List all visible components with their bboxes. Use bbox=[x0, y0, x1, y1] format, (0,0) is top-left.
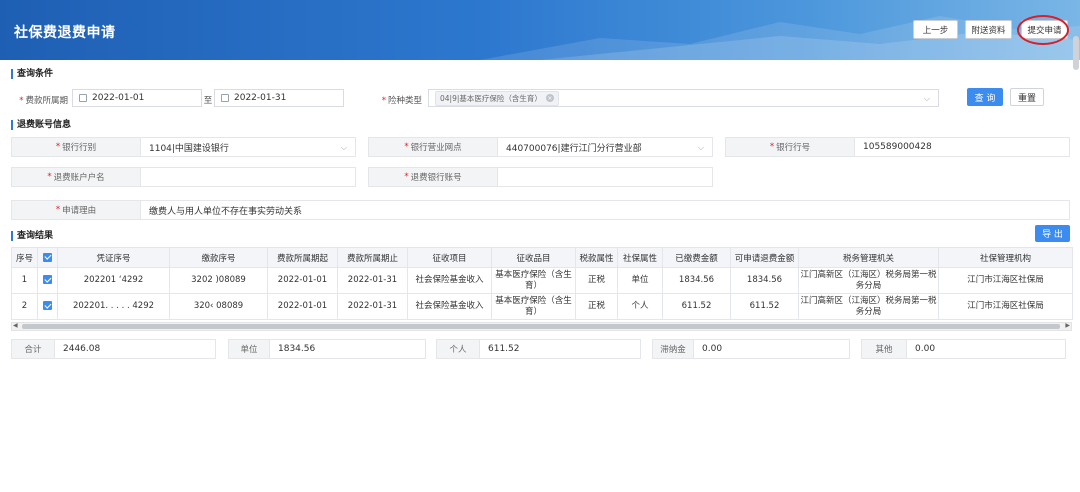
si-office: 江门市江海区社保局 bbox=[938, 293, 1073, 320]
personal-value: 611.52 bbox=[479, 339, 641, 359]
horizontal-scrollbar[interactable]: ◀ ▶ bbox=[11, 322, 1072, 331]
table-header-row: 序号 凭证序号 缴款序号 费款所属期起 费款所属期止 征收项目 征收品目 税款属… bbox=[11, 247, 1073, 268]
attach-documents-button[interactable]: 附送资料 bbox=[965, 20, 1012, 39]
vertical-scrollbar[interactable] bbox=[1073, 36, 1079, 70]
col-header: 费款所属期起 bbox=[267, 247, 338, 268]
period-label: * 费款所属期 bbox=[19, 96, 68, 106]
collection-item: 社会保险基金收入 bbox=[407, 293, 492, 320]
late-fee-label: 滞纳金 bbox=[652, 339, 694, 359]
insurance-type-label: * 险种类型 bbox=[381, 96, 422, 106]
collection-subitem: 基本医疗保险（含生育） bbox=[491, 293, 576, 320]
period-start: 2022-01-01 bbox=[267, 293, 338, 320]
voucher-number: 202201 ‘4292 bbox=[57, 267, 170, 294]
results-table: 序号 凭证序号 缴款序号 费款所属期起 费款所属期止 征收项目 征收品目 税款属… bbox=[11, 247, 1073, 320]
tax-attribute: 正税 bbox=[575, 267, 618, 294]
si-attribute: 个人 bbox=[617, 293, 663, 320]
bank-number-field: 105589000428 bbox=[854, 137, 1070, 157]
bank-type-select[interactable]: 1104|中国建设银行 ⌵ bbox=[140, 137, 356, 157]
calendar-icon bbox=[79, 94, 87, 102]
tax-office: 江门高新区（江海区）税务局第一税务分局 bbox=[798, 267, 939, 294]
chevron-down-icon: ⌵ bbox=[923, 94, 930, 103]
select-all-checkbox[interactable] bbox=[37, 247, 58, 268]
tax-office: 江门高新区（江海区）税务局第一税务分局 bbox=[798, 293, 939, 320]
bank-number-label: * 银行行号 bbox=[725, 137, 855, 157]
payment-number: 320‹ 08089 bbox=[169, 293, 268, 320]
col-header: 征收品目 bbox=[491, 247, 576, 268]
period-start-input[interactable]: 2022-01-01 bbox=[72, 89, 202, 107]
section-refund-account: 退费账号信息 bbox=[11, 120, 71, 130]
paid-amount: 1834.56 bbox=[662, 267, 731, 294]
late-fee-value: 0.00 bbox=[693, 339, 850, 359]
bank-branch-label: * 银行营业网点 bbox=[368, 137, 498, 157]
prev-step-button[interactable]: 上一步 bbox=[913, 20, 958, 39]
account-number-label: * 退费银行账号 bbox=[368, 167, 498, 187]
collection-subitem: 基本医疗保险（含生育） bbox=[491, 267, 576, 294]
bank-type-label: * 银行行别 bbox=[11, 137, 141, 157]
total-label: 合计 bbox=[11, 339, 55, 359]
period-start: 2022-01-01 bbox=[267, 267, 338, 294]
calendar-icon bbox=[221, 94, 229, 102]
period-end: 2022-01-31 bbox=[337, 293, 408, 320]
col-header: 可申请退费金额 bbox=[730, 247, 799, 268]
table-row[interactable]: 1 202201 ‘4292 3202 )08089 2022-01-01 20… bbox=[11, 267, 1073, 294]
si-attribute: 单位 bbox=[617, 267, 663, 294]
reason-input[interactable]: 缴费人与用人单位不存在事实劳动关系 bbox=[140, 200, 1070, 220]
voucher-number: 202201. . . . . 4292 bbox=[57, 293, 170, 320]
scroll-left-icon[interactable]: ◀ bbox=[13, 322, 18, 329]
row-number: 1 bbox=[11, 267, 38, 294]
account-name-label: * 退费账户户名 bbox=[11, 167, 141, 187]
chevron-down-icon: ⌵ bbox=[340, 143, 347, 152]
total-value: 2446.08 bbox=[54, 339, 216, 359]
unit-value: 1834.56 bbox=[269, 339, 426, 359]
row-number: 2 bbox=[11, 293, 38, 320]
si-office: 江门市江海区社保局 bbox=[938, 267, 1073, 294]
col-header: 社保属性 bbox=[617, 247, 663, 268]
account-number-input[interactable] bbox=[497, 167, 713, 187]
collection-item: 社会保险基金收入 bbox=[407, 267, 492, 294]
period-separator: 至 bbox=[203, 96, 213, 106]
tax-attribute: 正税 bbox=[575, 293, 618, 320]
col-header: 社保管理机构 bbox=[938, 247, 1073, 268]
table-row[interactable]: 2 202201. . . . . 4292 320‹ 08089 2022-0… bbox=[11, 293, 1073, 320]
reset-button[interactable]: 重置 bbox=[1010, 88, 1044, 106]
unit-label: 单位 bbox=[228, 339, 270, 359]
refundable-amount: 1834.56 bbox=[730, 267, 799, 294]
col-header: 凭证序号 bbox=[57, 247, 170, 268]
col-header: 征收项目 bbox=[407, 247, 492, 268]
col-header: 缴款序号 bbox=[169, 247, 268, 268]
col-header: 税务管理机关 bbox=[798, 247, 939, 268]
section-query-results: 查询结果 bbox=[11, 231, 53, 241]
period-end: 2022-01-31 bbox=[337, 267, 408, 294]
col-header: 已缴费金额 bbox=[662, 247, 731, 268]
col-header: 税款属性 bbox=[575, 247, 618, 268]
payment-number: 3202 )08089 bbox=[169, 267, 268, 294]
page-title: 社保费退费申请 bbox=[14, 25, 116, 41]
account-name-input[interactable] bbox=[140, 167, 356, 187]
personal-label: 个人 bbox=[436, 339, 480, 359]
row-checkbox[interactable] bbox=[37, 293, 58, 320]
section-query-conditions: 查询条件 bbox=[11, 69, 53, 79]
scrollbar-thumb[interactable] bbox=[22, 324, 1060, 329]
bank-branch-select[interactable]: 440700076|建行江门分行营业部 ⌵ bbox=[497, 137, 713, 157]
insurance-tag: 04|9|基本医疗保险（含生育） × bbox=[435, 90, 559, 106]
period-end-input[interactable]: 2022-01-31 bbox=[214, 89, 344, 107]
chevron-down-icon: ⌵ bbox=[697, 143, 704, 152]
export-button[interactable]: 导 出 bbox=[1035, 225, 1070, 242]
row-checkbox[interactable] bbox=[37, 267, 58, 294]
col-header: 序号 bbox=[11, 247, 38, 268]
query-button[interactable]: 查 询 bbox=[967, 88, 1003, 106]
col-header: 费款所属期止 bbox=[337, 247, 408, 268]
scroll-right-icon[interactable]: ▶ bbox=[1065, 322, 1070, 329]
insurance-type-select[interactable]: 04|9|基本医疗保险（含生育） × ⌵ bbox=[428, 89, 939, 107]
paid-amount: 611.52 bbox=[662, 293, 731, 320]
other-value: 0.00 bbox=[906, 339, 1066, 359]
remove-tag-icon[interactable]: × bbox=[545, 94, 554, 102]
other-label: 其他 bbox=[861, 339, 907, 359]
refundable-amount: 611.52 bbox=[730, 293, 799, 320]
reason-label: * 申请理由 bbox=[11, 200, 141, 220]
highlight-circle bbox=[1017, 15, 1069, 45]
